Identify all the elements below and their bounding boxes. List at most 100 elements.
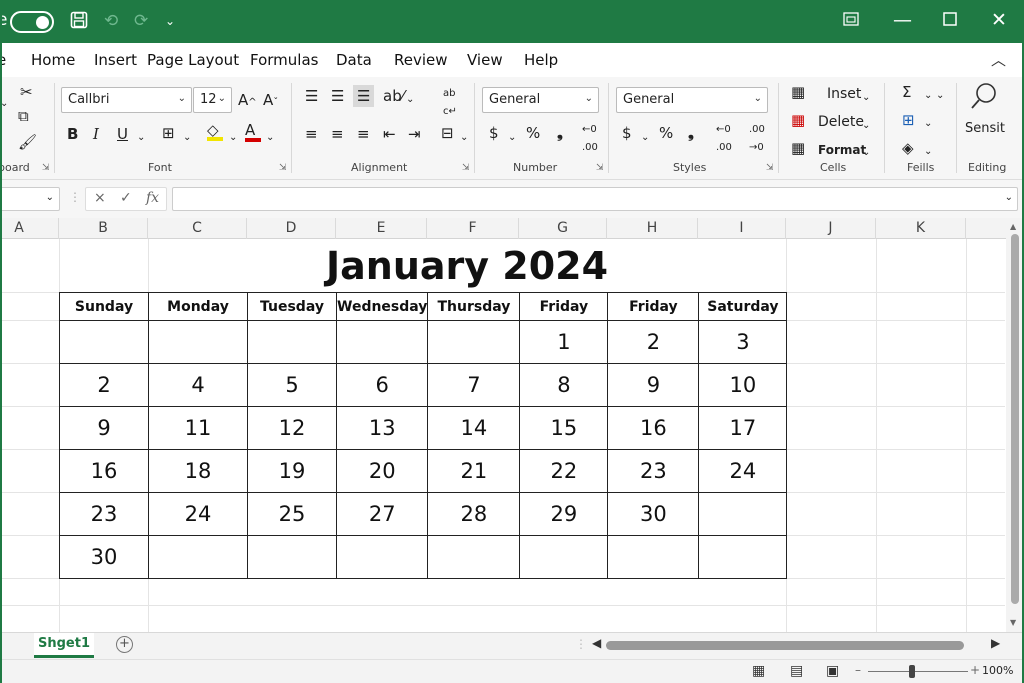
date-cell[interactable]: 25: [247, 492, 337, 536]
maximize-icon[interactable]: [943, 9, 957, 31]
date-cell[interactable]: [698, 492, 788, 536]
date-cell[interactable]: 11: [148, 406, 248, 450]
decrease-font-icon[interactable]: Aˇ: [263, 91, 278, 112]
weekday-header-cell[interactable]: Thursday: [427, 292, 521, 321]
date-cell[interactable]: 21: [427, 449, 521, 493]
expand-formula-icon[interactable]: ⌄: [1005, 192, 1013, 203]
chevron-down-icon[interactable]: ⌄: [862, 144, 870, 162]
copy-icon[interactable]: ⧉: [18, 107, 29, 125]
column-header-a[interactable]: A: [0, 218, 59, 239]
column-header-i[interactable]: I: [698, 218, 786, 239]
date-cell[interactable]: [335, 320, 429, 364]
tab-insert[interactable]: Insert: [94, 51, 137, 69]
font-color-dropdown-icon[interactable]: ⌄: [266, 129, 274, 147]
worksheet-grid[interactable]: January 2024 Sunday Monday Tuesday Wedne…: [0, 239, 1005, 632]
styles-launcher-icon[interactable]: ⇲: [766, 163, 774, 173]
date-cell[interactable]: [607, 535, 700, 579]
date-cell[interactable]: 23: [607, 449, 700, 493]
scroll-right-icon[interactable]: ▶: [991, 636, 1000, 650]
percent-icon[interactable]: %: [526, 124, 540, 142]
date-cell[interactable]: 8: [519, 363, 609, 407]
column-header-f[interactable]: F: [427, 218, 519, 239]
font-size-dropdown[interactable]: 12 ⌄: [193, 87, 232, 113]
horizontal-scroll-thumb[interactable]: [606, 641, 964, 650]
fill-color-icon[interactable]: ◇: [207, 121, 223, 141]
sensitivity-label[interactable]: Sensit: [965, 120, 1005, 138]
date-cell[interactable]: [59, 320, 149, 364]
date-cell[interactable]: [427, 320, 521, 364]
increase-indent-icon[interactable]: ⇥: [408, 125, 421, 143]
weekday-header-cell[interactable]: Saturday: [698, 292, 788, 321]
clipboard-launcher-icon[interactable]: ⇲: [42, 163, 50, 173]
date-cell[interactable]: [247, 320, 337, 364]
date-cell[interactable]: 23: [59, 492, 149, 536]
cancel-icon[interactable]: ×: [94, 190, 106, 206]
date-cell[interactable]: 29: [519, 492, 609, 536]
date-cell[interactable]: 22: [519, 449, 609, 493]
scroll-left-icon[interactable]: ◀: [592, 636, 601, 650]
format-cells-label[interactable]: Format: [818, 141, 866, 159]
date-cell[interactable]: 24: [698, 449, 788, 493]
date-cell[interactable]: 15: [519, 406, 609, 450]
column-header-h[interactable]: H: [607, 218, 698, 239]
date-cell[interactable]: [148, 535, 248, 579]
tab-split-grip-icon[interactable]: ⋮: [575, 637, 587, 651]
date-cell[interactable]: [519, 535, 609, 579]
italic-button[interactable]: I: [93, 125, 99, 143]
date-cell[interactable]: [335, 535, 429, 579]
date-cell[interactable]: 19: [247, 449, 337, 493]
column-header-k[interactable]: K: [876, 218, 966, 239]
date-cell[interactable]: 14: [427, 406, 521, 450]
scroll-up-icon[interactable]: ▲: [1010, 222, 1016, 231]
scroll-down-icon[interactable]: ▼: [1010, 618, 1016, 627]
column-header-e[interactable]: E: [336, 218, 427, 239]
name-box[interactable]: ⌄: [0, 187, 60, 211]
insert-cells-label[interactable]: Inset: [827, 85, 861, 103]
date-cell[interactable]: 1: [519, 320, 609, 364]
date-cell[interactable]: 18: [148, 449, 248, 493]
tab-review[interactable]: Review: [394, 51, 448, 69]
borders-icon[interactable]: ⊞: [162, 124, 175, 142]
page-break-view-icon[interactable]: ▣: [826, 663, 839, 679]
enter-icon[interactable]: ✓: [120, 190, 132, 206]
date-cell[interactable]: 7: [427, 363, 521, 407]
date-cell[interactable]: 10: [698, 363, 788, 407]
date-cell[interactable]: [247, 535, 337, 579]
weekday-header-cell[interactable]: Monday: [148, 292, 248, 321]
chevron-down-icon[interactable]: ⌄: [936, 87, 944, 105]
clear-dropdown-icon[interactable]: ⌄: [924, 143, 932, 161]
zoom-level[interactable]: 100%: [982, 664, 1013, 677]
column-header-g[interactable]: G: [519, 218, 607, 239]
add-sheet-icon[interactable]: +: [116, 636, 133, 653]
delete-cells-label[interactable]: Delete: [818, 113, 864, 131]
styles-format-dropdown[interactable]: General ⌄: [616, 87, 768, 113]
vertical-scroll-thumb[interactable]: [1011, 234, 1019, 604]
column-header-b[interactable]: B: [59, 218, 148, 239]
percent-icon[interactable]: %: [659, 124, 673, 142]
insert-function-icon[interactable]: fx: [146, 190, 159, 206]
date-cell[interactable]: 16: [607, 406, 700, 450]
autosave-toggle[interactable]: [10, 11, 54, 33]
autosum-dropdown-icon[interactable]: ⌄: [924, 87, 932, 105]
tab-data[interactable]: Data: [336, 51, 372, 69]
clear-eraser-icon[interactable]: ◈: [902, 139, 914, 157]
decrease-decimal-icon[interactable]: .00 →0: [749, 121, 765, 157]
comma-style-icon[interactable]: ❟: [688, 124, 694, 142]
weekday-header-cell[interactable]: Sunday: [59, 292, 149, 321]
date-cell[interactable]: 9: [59, 406, 149, 450]
borders-dropdown-icon[interactable]: ⌄: [183, 129, 191, 147]
redo-icon[interactable]: ⟳: [134, 11, 148, 31]
formula-bar-grip-icon[interactable]: ⋮: [69, 190, 81, 204]
align-left-icon[interactable]: ≡: [305, 125, 318, 143]
date-cell[interactable]: 24: [148, 492, 248, 536]
fill-dropdown-icon[interactable]: ⌄: [229, 129, 237, 147]
weekday-header-cell[interactable]: Friday: [607, 292, 700, 321]
customize-dropdown-icon[interactable]: ⌄: [165, 11, 175, 31]
align-middle-icon[interactable]: ☰: [331, 87, 344, 105]
ribbon-collapse-icon[interactable]: ︿: [991, 49, 1006, 70]
cut-icon[interactable]: ✂: [20, 83, 33, 101]
sheet-tab[interactable]: Shget1: [34, 633, 94, 658]
currency-icon[interactable]: $: [489, 124, 499, 142]
date-cell[interactable]: 30: [607, 492, 700, 536]
date-cell[interactable]: 3: [698, 320, 788, 364]
